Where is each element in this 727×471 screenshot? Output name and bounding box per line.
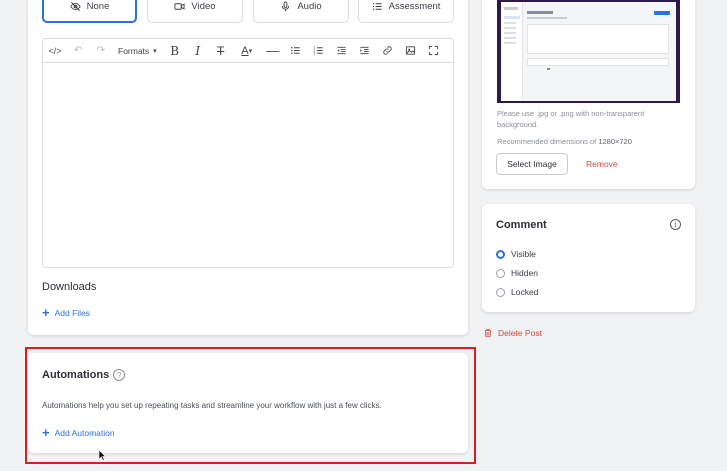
post-type-video-label: Video bbox=[191, 1, 216, 12]
thumbnail-preview bbox=[497, 0, 680, 103]
image-icon[interactable] bbox=[400, 40, 422, 62]
formats-dropdown[interactable]: Formats ▾ bbox=[112, 40, 163, 62]
svg-text:3: 3 bbox=[314, 52, 316, 56]
link-icon[interactable] bbox=[377, 40, 399, 62]
lesson-content-card: None Video Audio Assessment </> ↶ ↷ Form… bbox=[28, 0, 468, 335]
add-automation-label: Add Automation bbox=[54, 428, 115, 438]
recommended-dimensions: Recommended dimensions of 1280×720 bbox=[497, 136, 632, 147]
thumbnail-card: Please use .jpg or .png with non-transpa… bbox=[482, 0, 695, 189]
bullet-list-icon[interactable] bbox=[285, 40, 307, 62]
image-format-note: Please use .jpg or .png with non-transpa… bbox=[497, 108, 644, 130]
post-type-video-button[interactable]: Video bbox=[147, 0, 243, 23]
mouse-cursor-icon bbox=[99, 450, 107, 461]
strikethrough-icon[interactable]: T bbox=[210, 40, 232, 62]
downloads-title: Downloads bbox=[42, 281, 97, 293]
post-type-audio-label: Audio bbox=[297, 1, 322, 12]
remove-image-button[interactable]: Remove bbox=[586, 159, 618, 169]
italic-icon[interactable]: I bbox=[187, 40, 209, 62]
code-view-icon[interactable]: </> bbox=[44, 40, 66, 62]
outdent-icon[interactable] bbox=[331, 40, 353, 62]
bold-icon[interactable]: B bbox=[164, 40, 186, 62]
text-color-icon[interactable]: A ▾ bbox=[233, 40, 261, 62]
add-files-label: Add Files bbox=[54, 308, 91, 318]
plus-icon: + bbox=[42, 305, 50, 320]
automations-description: Automations help you set up repeating ta… bbox=[42, 401, 382, 410]
image-format-note-line2: background. bbox=[497, 120, 539, 129]
video-icon bbox=[174, 3, 185, 10]
list-icon bbox=[372, 3, 382, 10]
radio-checked-icon[interactable] bbox=[496, 249, 505, 259]
comment-visible-label: Visible bbox=[511, 249, 536, 259]
horizontal-rule-icon[interactable]: — bbox=[262, 40, 284, 62]
post-type-selector: None Video Audio Assessment bbox=[28, 0, 468, 23]
eye-off-icon bbox=[70, 2, 81, 11]
help-circle-icon[interactable]: ? bbox=[113, 369, 126, 381]
automations-card: Automations ? Automations help you set u… bbox=[28, 353, 468, 453]
delete-post-button[interactable]: Delete Post bbox=[483, 328, 542, 338]
post-type-audio-button[interactable]: Audio bbox=[253, 0, 349, 23]
automations-title: Automations bbox=[42, 369, 110, 381]
comment-visible-option[interactable]: Visible bbox=[496, 249, 536, 259]
add-automation-button[interactable]: + Add Automation bbox=[42, 425, 115, 440]
chevron-down-icon: ▾ bbox=[153, 47, 157, 55]
rich-text-toolbar: </> ↶ ↷ Formats ▾ B I T A ▾ — 123 bbox=[42, 38, 454, 62]
indent-icon[interactable] bbox=[354, 40, 376, 62]
comment-card: Comment i Visible Hidden Locked bbox=[482, 204, 695, 312]
plus-icon: + bbox=[42, 425, 50, 440]
redo-icon[interactable]: ↷ bbox=[90, 40, 112, 62]
thumbnail-screenshot bbox=[501, 2, 676, 101]
microphone-icon bbox=[282, 1, 290, 12]
radio-unchecked-icon[interactable] bbox=[496, 287, 505, 297]
comment-hidden-label: Hidden bbox=[511, 268, 538, 278]
fullscreen-icon[interactable] bbox=[423, 40, 445, 62]
dimensions-prefix: Recommended dimensions of bbox=[497, 137, 599, 146]
comment-locked-option[interactable]: Locked bbox=[496, 287, 538, 297]
numbered-list-icon[interactable]: 123 bbox=[308, 40, 330, 62]
formats-label: Formats bbox=[118, 45, 150, 56]
post-type-none-button[interactable]: None bbox=[42, 0, 137, 23]
comment-locked-label: Locked bbox=[511, 287, 539, 297]
add-files-button[interactable]: + Add Files bbox=[42, 305, 91, 320]
dimensions-value: 1280×720 bbox=[598, 137, 632, 146]
post-type-assessment-button[interactable]: Assessment bbox=[358, 0, 454, 23]
delete-post-label: Delete Post bbox=[498, 328, 542, 338]
post-type-none-label: None bbox=[86, 1, 110, 12]
comment-title: Comment bbox=[496, 219, 547, 231]
info-icon[interactable]: i bbox=[670, 219, 681, 230]
comment-hidden-option[interactable]: Hidden bbox=[496, 268, 538, 278]
select-image-button[interactable]: Select Image bbox=[496, 153, 568, 175]
rich-text-editor[interactable] bbox=[42, 62, 454, 268]
undo-icon[interactable]: ↶ bbox=[67, 40, 89, 62]
trash-icon bbox=[484, 328, 492, 338]
post-type-assessment-label: Assessment bbox=[388, 1, 441, 12]
image-format-note-line1: Please use .jpg or .png with non-transpa… bbox=[497, 109, 645, 118]
radio-unchecked-icon[interactable] bbox=[496, 268, 505, 278]
